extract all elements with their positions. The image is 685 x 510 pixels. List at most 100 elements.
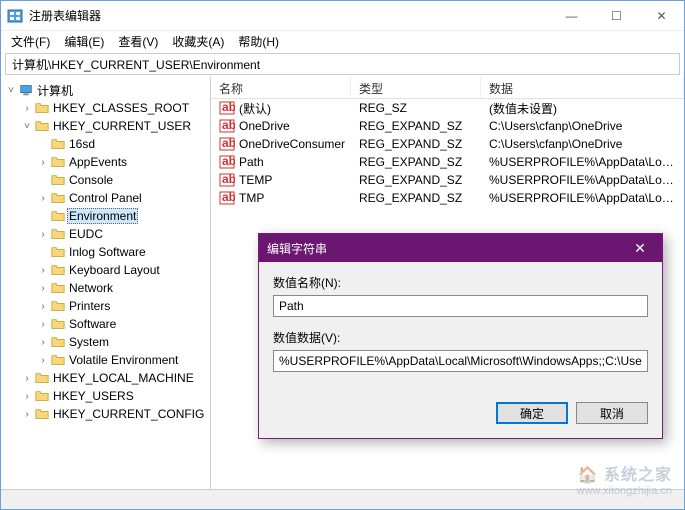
value-name: (默认) bbox=[239, 100, 271, 117]
chevron-right-icon[interactable]: › bbox=[37, 265, 49, 276]
tree-node-hkcc[interactable]: ›HKEY_CURRENT_CONFIG bbox=[21, 405, 208, 423]
app-icon bbox=[7, 8, 23, 24]
list-body: ab(默认)REG_SZ(数值未设置)abOneDriveREG_EXPAND_… bbox=[211, 99, 684, 207]
chevron-right-icon[interactable]: › bbox=[37, 319, 49, 330]
value-name-input[interactable] bbox=[273, 295, 648, 317]
tree-node-printers[interactable]: ›Printers bbox=[37, 297, 208, 315]
svg-text:ab: ab bbox=[222, 100, 235, 114]
list-row[interactable]: abTMPREG_EXPAND_SZ%USERPROFILE%\AppData\… bbox=[211, 189, 684, 207]
chevron-right-icon[interactable]: › bbox=[37, 157, 49, 168]
dialog-title: 编辑字符串 bbox=[267, 240, 626, 257]
tree-label: Software bbox=[67, 317, 118, 331]
list-row[interactable]: ab Path REG_EXPAND_SZ%USERPROFILE%\AppData… bbox=[211, 153, 684, 171]
chevron-right-icon[interactable]: › bbox=[37, 229, 49, 240]
column-data[interactable]: 数据 bbox=[481, 77, 684, 98]
value-type: REG_EXPAND_SZ bbox=[351, 155, 481, 169]
tree-label: Volatile Environment bbox=[67, 353, 180, 367]
chevron-right-icon[interactable]: › bbox=[37, 193, 49, 204]
menu-favorites[interactable]: 收藏夹(A) bbox=[166, 31, 230, 52]
folder-icon bbox=[51, 137, 65, 151]
folder-icon bbox=[51, 245, 65, 259]
chevron-right-icon[interactable]: › bbox=[37, 283, 49, 294]
column-name[interactable]: 名称 bbox=[211, 77, 351, 98]
tree-node-environment[interactable]: Environment bbox=[37, 207, 208, 225]
tree-label: Keyboard Layout bbox=[67, 263, 162, 277]
tree-node-network[interactable]: ›Network bbox=[37, 279, 208, 297]
tree-node-console[interactable]: Console bbox=[37, 171, 208, 189]
folder-icon bbox=[35, 371, 49, 385]
chevron-right-icon[interactable]: › bbox=[37, 337, 49, 348]
string-value-icon: ab bbox=[219, 136, 235, 152]
tree-node-volatile-environment[interactable]: › Volatile Environment bbox=[37, 351, 208, 369]
cancel-button[interactable]: 取消 bbox=[576, 402, 648, 424]
tree-label: 计算机 bbox=[35, 82, 75, 99]
value-name: OneDrive bbox=[239, 119, 290, 133]
chevron-right-icon[interactable]: › bbox=[37, 355, 49, 366]
address-text: 计算机\HKEY_CURRENT_USER\Environment bbox=[12, 56, 260, 73]
column-type[interactable]: 类型 bbox=[351, 77, 481, 98]
string-value-icon: ab bbox=[219, 118, 235, 134]
dialog-titlebar[interactable]: 编辑字符串 ✕ bbox=[259, 234, 662, 262]
tree-node-hkcr[interactable]: ›HKEY_CLASSES_ROOT bbox=[21, 99, 208, 117]
svg-text:ab: ab bbox=[222, 136, 235, 150]
value-data: %USERPROFILE%\AppData\Local\Temp bbox=[481, 191, 684, 205]
tree-pane[interactable]: ˅ 计算机 ›HKEY_CLASSES_ROOT ˅HKEY_CURRENT_U… bbox=[1, 77, 211, 489]
tree-node-control-panel[interactable]: ›Control Panel bbox=[37, 189, 208, 207]
chevron-down-icon[interactable]: ˅ bbox=[5, 85, 17, 96]
list-row[interactable]: ab(默认)REG_SZ(数值未设置) bbox=[211, 99, 684, 117]
tree-node-inlog-software[interactable]: Inlog Software bbox=[37, 243, 208, 261]
window-title: 注册表编辑器 bbox=[29, 7, 549, 24]
tree-node-system[interactable]: ›System bbox=[37, 333, 208, 351]
menu-view[interactable]: 查看(V) bbox=[112, 31, 164, 52]
folder-icon bbox=[51, 155, 65, 169]
status-bar bbox=[1, 489, 684, 509]
tree-node-hkcu[interactable]: ˅HKEY_CURRENT_USER bbox=[21, 117, 208, 135]
chevron-right-icon[interactable]: › bbox=[21, 391, 33, 402]
folder-icon bbox=[35, 407, 49, 421]
menu-file[interactable]: 文件(F) bbox=[5, 31, 56, 52]
value-type: REG_EXPAND_SZ bbox=[351, 191, 481, 205]
value-name: Path bbox=[239, 155, 264, 169]
value-name-label: 数值名称(N): bbox=[273, 274, 648, 291]
maximize-button[interactable]: ☐ bbox=[594, 1, 639, 31]
menu-edit[interactable]: 编辑(E) bbox=[58, 31, 110, 52]
value-type: REG_EXPAND_SZ bbox=[351, 119, 481, 133]
chevron-right-icon[interactable]: › bbox=[21, 409, 33, 420]
dialog-close-button[interactable]: ✕ bbox=[626, 240, 654, 257]
value-data-input[interactable] bbox=[273, 350, 648, 372]
svg-text:ab: ab bbox=[222, 118, 235, 132]
tree-node-16sd[interactable]: 16sd bbox=[37, 135, 208, 153]
value-data-label: 数值数据(V): bbox=[273, 329, 648, 346]
address-bar[interactable]: 计算机\HKEY_CURRENT_USER\Environment bbox=[5, 53, 680, 75]
list-row[interactable]: abOneDriveConsumerREG_EXPAND_SZC:\Users\… bbox=[211, 135, 684, 153]
value-name: OneDriveConsumer bbox=[239, 137, 345, 151]
tree-node-keyboard-layout[interactable]: › Keyboard Layout bbox=[37, 261, 208, 279]
close-button[interactable]: ✕ bbox=[639, 1, 684, 31]
tree-node-eudc[interactable]: › EUDC bbox=[37, 225, 208, 243]
tree-node-appevents[interactable]: ›AppEvents bbox=[37, 153, 208, 171]
list-row[interactable]: abOneDriveREG_EXPAND_SZC:\Users\cfanp\On… bbox=[211, 117, 684, 135]
value-type: REG_SZ bbox=[351, 101, 481, 115]
tree-node-software[interactable]: › Software bbox=[37, 315, 208, 333]
folder-icon bbox=[51, 227, 65, 241]
tree-node-computer[interactable]: ˅ 计算机 bbox=[5, 81, 208, 99]
value-data: C:\Users\cfanp\OneDrive bbox=[481, 137, 684, 151]
value-data: %USERPROFILE%\AppData\Local\Microsoft\..… bbox=[481, 155, 684, 169]
string-value-icon: ab bbox=[219, 154, 235, 170]
list-header: 名称 类型 数据 bbox=[211, 77, 684, 99]
folder-icon bbox=[51, 173, 65, 187]
list-row[interactable]: abTEMPREG_EXPAND_SZ%USERPROFILE%\AppData… bbox=[211, 171, 684, 189]
tree-node-hklm[interactable]: ›HKEY_LOCAL_MACHINE bbox=[21, 369, 208, 387]
folder-icon bbox=[51, 299, 65, 313]
chevron-down-icon[interactable]: ˅ bbox=[21, 121, 33, 132]
tree-node-hku[interactable]: ›HKEY_USERS bbox=[21, 387, 208, 405]
ok-button[interactable]: 确定 bbox=[496, 402, 568, 424]
minimize-button[interactable]: — bbox=[549, 1, 594, 31]
folder-icon bbox=[51, 353, 65, 367]
chevron-right-icon[interactable]: › bbox=[37, 301, 49, 312]
chevron-right-icon[interactable]: › bbox=[21, 373, 33, 384]
folder-icon bbox=[35, 101, 49, 115]
tree-label: EUDC bbox=[67, 227, 105, 241]
menu-help[interactable]: 帮助(H) bbox=[232, 31, 285, 52]
chevron-right-icon[interactable]: › bbox=[21, 103, 33, 114]
